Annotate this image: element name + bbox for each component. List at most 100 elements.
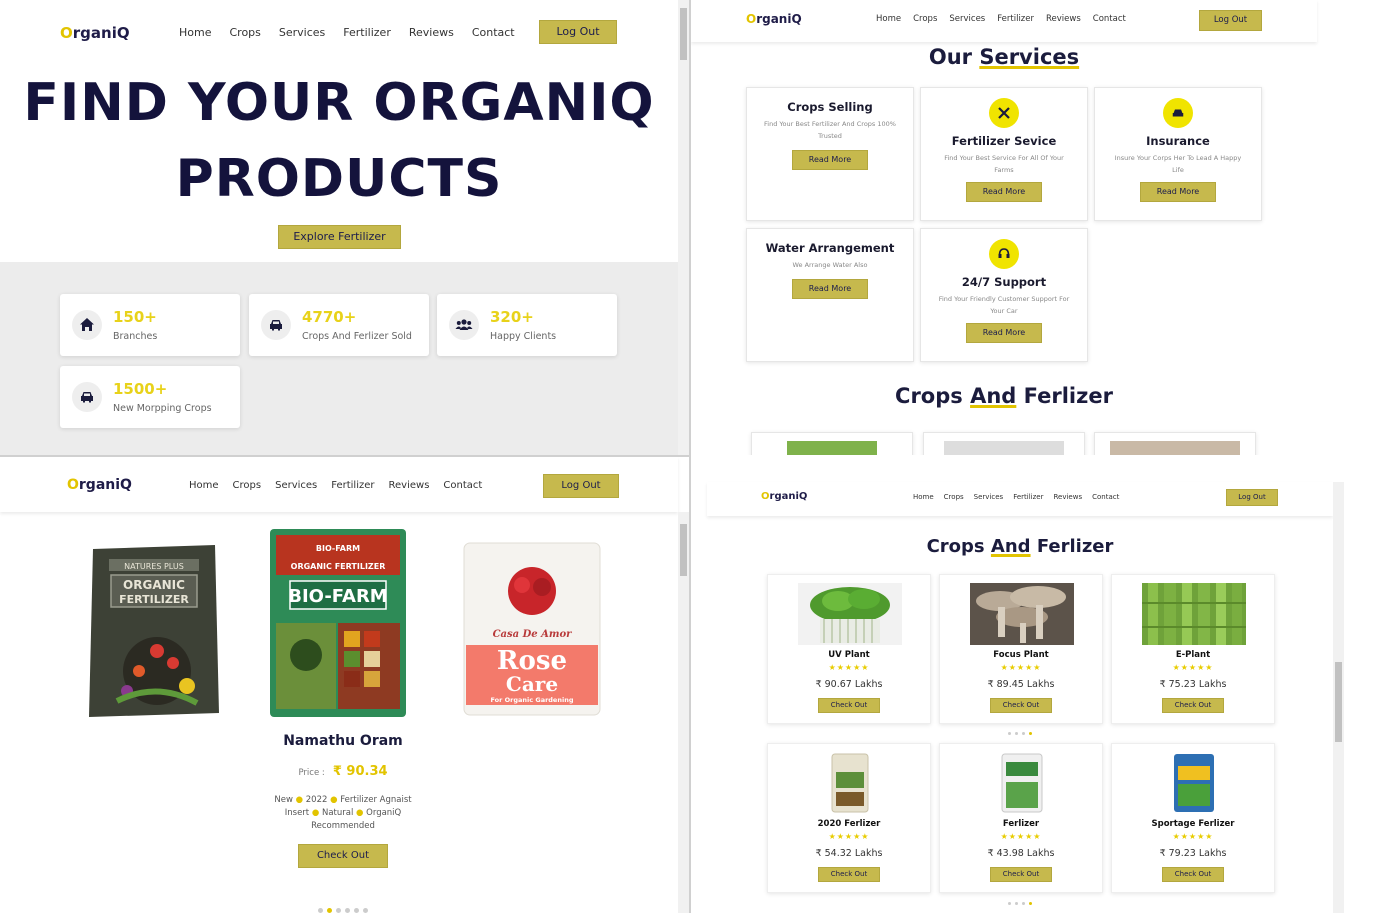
carousel-dot[interactable] [336, 908, 341, 913]
check-out-button[interactable]: Check Out [1162, 867, 1224, 882]
nav-home[interactable]: Home [179, 26, 211, 39]
carousel-dots[interactable] [0, 898, 686, 913]
nav-services[interactable]: Services [949, 14, 985, 24]
carousel-dot[interactable] [1022, 902, 1025, 905]
product-card[interactable]: UV Plant ★★★★★ ₹ 90.67 Lakhs Check Out [767, 574, 931, 724]
product-card[interactable]: 2020 Ferlizer ★★★★★ ₹ 54.32 Lakhs Check … [767, 743, 931, 893]
nav-services[interactable]: Services [275, 480, 317, 491]
stat-value: 1500+ [113, 380, 168, 398]
read-more-button[interactable]: Read More [792, 150, 868, 170]
read-more-button[interactable]: Read More [966, 182, 1042, 202]
svg-text:ORGANIC: ORGANIC [123, 578, 185, 592]
check-out-button[interactable]: Check Out [298, 844, 388, 868]
product-name: UV Plant [828, 650, 870, 660]
nav-reviews[interactable]: Reviews [409, 26, 454, 39]
nav-reviews[interactable]: Reviews [1046, 14, 1081, 24]
scrollbar-thumb[interactable] [680, 8, 687, 60]
nav-contact[interactable]: Contact [443, 480, 482, 491]
stat-label: Happy Clients [490, 331, 557, 342]
scrollbar-thumb[interactable] [1335, 662, 1342, 742]
logo[interactable]: OrganiQ [746, 12, 802, 26]
read-more-button[interactable]: Read More [1140, 182, 1216, 202]
carousel-dot[interactable] [1015, 902, 1018, 905]
nav-home[interactable]: Home [913, 493, 934, 501]
svg-text:Casa De Amor: Casa De Amor [493, 629, 573, 640]
product-card[interactable]: Ferlizer ★★★★★ ₹ 43.98 Lakhs Check Out [939, 743, 1103, 893]
logo[interactable]: OrganiQ [67, 477, 132, 493]
star-rating: ★★★★★ [828, 832, 870, 841]
carousel-dot[interactable] [1008, 902, 1011, 905]
nav-reviews[interactable]: Reviews [1053, 493, 1082, 501]
organic-fertilizer-bag[interactable]: NATURES PLUS ORGANIC FERTILIZER [87, 541, 221, 719]
nav-crops[interactable]: Crops [233, 480, 262, 491]
logout-button[interactable]: Log Out [1226, 489, 1278, 506]
carousel-dot[interactable] [318, 908, 323, 913]
carousel-dots[interactable] [707, 898, 1333, 905]
check-out-button[interactable]: Check Out [1162, 698, 1224, 713]
logo[interactable]: OrganiQ [761, 491, 807, 502]
nav-crops[interactable]: Crops [229, 26, 260, 39]
stat-card-clients: 320+ Happy Clients [437, 294, 617, 356]
nav-fertilizer[interactable]: Fertilizer [343, 26, 391, 39]
scrollbar-thumb[interactable] [680, 524, 687, 576]
carousel-dot[interactable] [363, 908, 368, 913]
card-title: Water Arrangement [765, 241, 895, 255]
stat-card-sold: 4770+ Crops And Ferlizer Sold [249, 294, 429, 356]
star-rating: ★★★★★ [1172, 832, 1214, 841]
product-card[interactable]: E-Plant ★★★★★ ₹ 75.23 Lakhs Check Out [1111, 574, 1275, 724]
services-panel: OrganiQ Home Crops Services Fertilizer R… [691, 0, 1380, 455]
nav-services[interactable]: Services [974, 493, 1004, 501]
nav-home[interactable]: Home [876, 14, 901, 24]
product-name: Namathu Oram [283, 733, 403, 749]
carousel-dot-active[interactable] [1029, 732, 1032, 735]
nav-home[interactable]: Home [189, 480, 219, 491]
price-row: Price : ₹ 90.34 [200, 760, 486, 779]
check-out-button[interactable]: Check Out [818, 867, 880, 882]
read-more-button[interactable]: Read More [966, 323, 1042, 343]
price-label: Price : [298, 768, 325, 778]
carousel-dot[interactable] [1008, 732, 1011, 735]
product-card[interactable]: Sportage Ferlizer ★★★★★ ₹ 79.23 Lakhs Ch… [1111, 743, 1275, 893]
nav-crops[interactable]: Crops [913, 14, 937, 24]
service-card-crops-selling: Crops Selling Find Your Best Fertilizer … [746, 87, 914, 221]
scrollbar[interactable] [678, 512, 689, 913]
carousel-dot-active[interactable] [1029, 902, 1032, 905]
logout-button[interactable]: Log Out [539, 20, 617, 44]
svg-text:ORGANIC FERTILIZER: ORGANIC FERTILIZER [291, 562, 386, 571]
logout-button[interactable]: Log Out [543, 474, 619, 498]
stat-card-branches: 150+ Branches [60, 294, 240, 356]
nav-fertilizer[interactable]: Fertilizer [1013, 493, 1043, 501]
nav-fertilizer[interactable]: Fertilizer [997, 14, 1034, 24]
logo[interactable]: OrganiQ [60, 24, 130, 42]
nav-fertilizer[interactable]: Fertilizer [331, 480, 374, 491]
rose-care-pack[interactable]: Casa De Amor Rose Care For Organic Garde… [462, 541, 602, 717]
fertilizer-bag-image [970, 752, 1074, 814]
check-out-button[interactable]: Check Out [990, 698, 1052, 713]
carousel-dot[interactable] [354, 908, 359, 913]
check-out-button[interactable]: Check Out [818, 698, 880, 713]
scrollbar[interactable] [678, 0, 689, 455]
mushroom-image [970, 583, 1074, 645]
nav-reviews[interactable]: Reviews [389, 480, 430, 491]
carousel-dot[interactable] [345, 908, 350, 913]
check-out-button[interactable]: Check Out [990, 867, 1052, 882]
nav-contact[interactable]: Contact [472, 26, 515, 39]
product-name: Ferlizer [1002, 819, 1040, 829]
product-card[interactable]: Focus Plant ★★★★★ ₹ 89.45 Lakhs Check Ou… [939, 574, 1103, 724]
carousel-dots[interactable] [707, 728, 1333, 735]
car-icon [72, 382, 102, 412]
read-more-button[interactable]: Read More [792, 279, 868, 299]
explore-fertilizer-button[interactable]: Explore Fertilizer [278, 225, 401, 249]
nav-services[interactable]: Services [279, 26, 325, 39]
nav-contact[interactable]: Contact [1093, 14, 1126, 24]
nav-crops[interactable]: Crops [944, 493, 964, 501]
services-title: Our Services [928, 45, 1080, 69]
carousel-dot[interactable] [1022, 732, 1025, 735]
carousel-dot[interactable] [1015, 732, 1018, 735]
bio-farm-bag[interactable]: BIO-FARM ORGANIC FERTILIZER BIO-FARM [268, 527, 408, 719]
carousel-dot-active[interactable] [327, 908, 332, 913]
product-name: Sportage Ferlizer [1151, 819, 1235, 829]
scrollbar[interactable] [1333, 482, 1344, 913]
nav-contact[interactable]: Contact [1092, 493, 1119, 501]
logout-button[interactable]: Log Out [1199, 10, 1262, 31]
